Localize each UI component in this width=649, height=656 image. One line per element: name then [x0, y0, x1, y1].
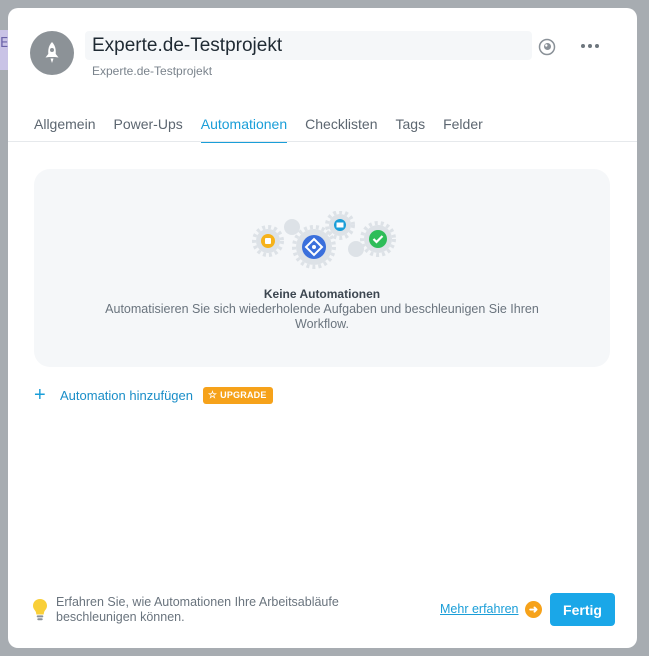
more-horizontal-icon[interactable] — [578, 38, 602, 54]
automation-gears-illustration — [252, 211, 396, 269]
upgrade-badge-label: UPGRADE — [220, 390, 267, 400]
empty-state-description: Automatisieren Sie sich wiederholende Au… — [105, 302, 539, 331]
add-automation-button[interactable]: + Automation hinzufügen ☆ UPGRADE — [34, 384, 273, 406]
star-icon: ☆ — [207, 389, 218, 401]
project-title-input[interactable]: Experte.de-Testprojekt — [85, 31, 532, 60]
settings-tabs: Allgemein Power-Ups Automationen Checkli… — [34, 112, 501, 143]
tab-allgemein[interactable]: Allgemein — [34, 112, 95, 143]
lightbulb-icon — [33, 599, 47, 621]
tab-tags[interactable]: Tags — [396, 112, 426, 143]
footer-info-text: Erfahren Sie, wie Automationen Ihre Arbe… — [56, 595, 339, 624]
project-settings-modal: Experte.de-Testprojekt Experte.de-Testpr… — [8, 8, 637, 648]
arrow-right-icon[interactable]: ➜ — [525, 601, 542, 618]
add-automation-label: Automation hinzufügen — [60, 387, 193, 403]
tab-felder[interactable]: Felder — [443, 112, 483, 143]
rocket-icon — [45, 42, 59, 63]
done-button[interactable]: Fertig — [550, 593, 615, 626]
empty-state-title: Keine Automationen — [263, 287, 381, 301]
plus-icon: + — [34, 384, 46, 406]
background-letter: E — [0, 36, 9, 51]
tabs-divider — [8, 141, 637, 142]
tab-checklisten[interactable]: Checklisten — [305, 112, 377, 143]
learn-more-link[interactable]: Mehr erfahren — [440, 602, 519, 616]
eye-icon[interactable] — [538, 38, 556, 56]
tab-power-ups[interactable]: Power-Ups — [113, 112, 182, 143]
project-avatar[interactable] — [30, 31, 74, 75]
tab-automationen[interactable]: Automationen — [200, 112, 288, 143]
project-subtitle: Experte.de-Testprojekt — [92, 64, 213, 78]
empty-state-panel: Keine Automationen Automatisieren Sie si… — [34, 169, 610, 367]
upgrade-badge: ☆ UPGRADE — [202, 386, 273, 404]
